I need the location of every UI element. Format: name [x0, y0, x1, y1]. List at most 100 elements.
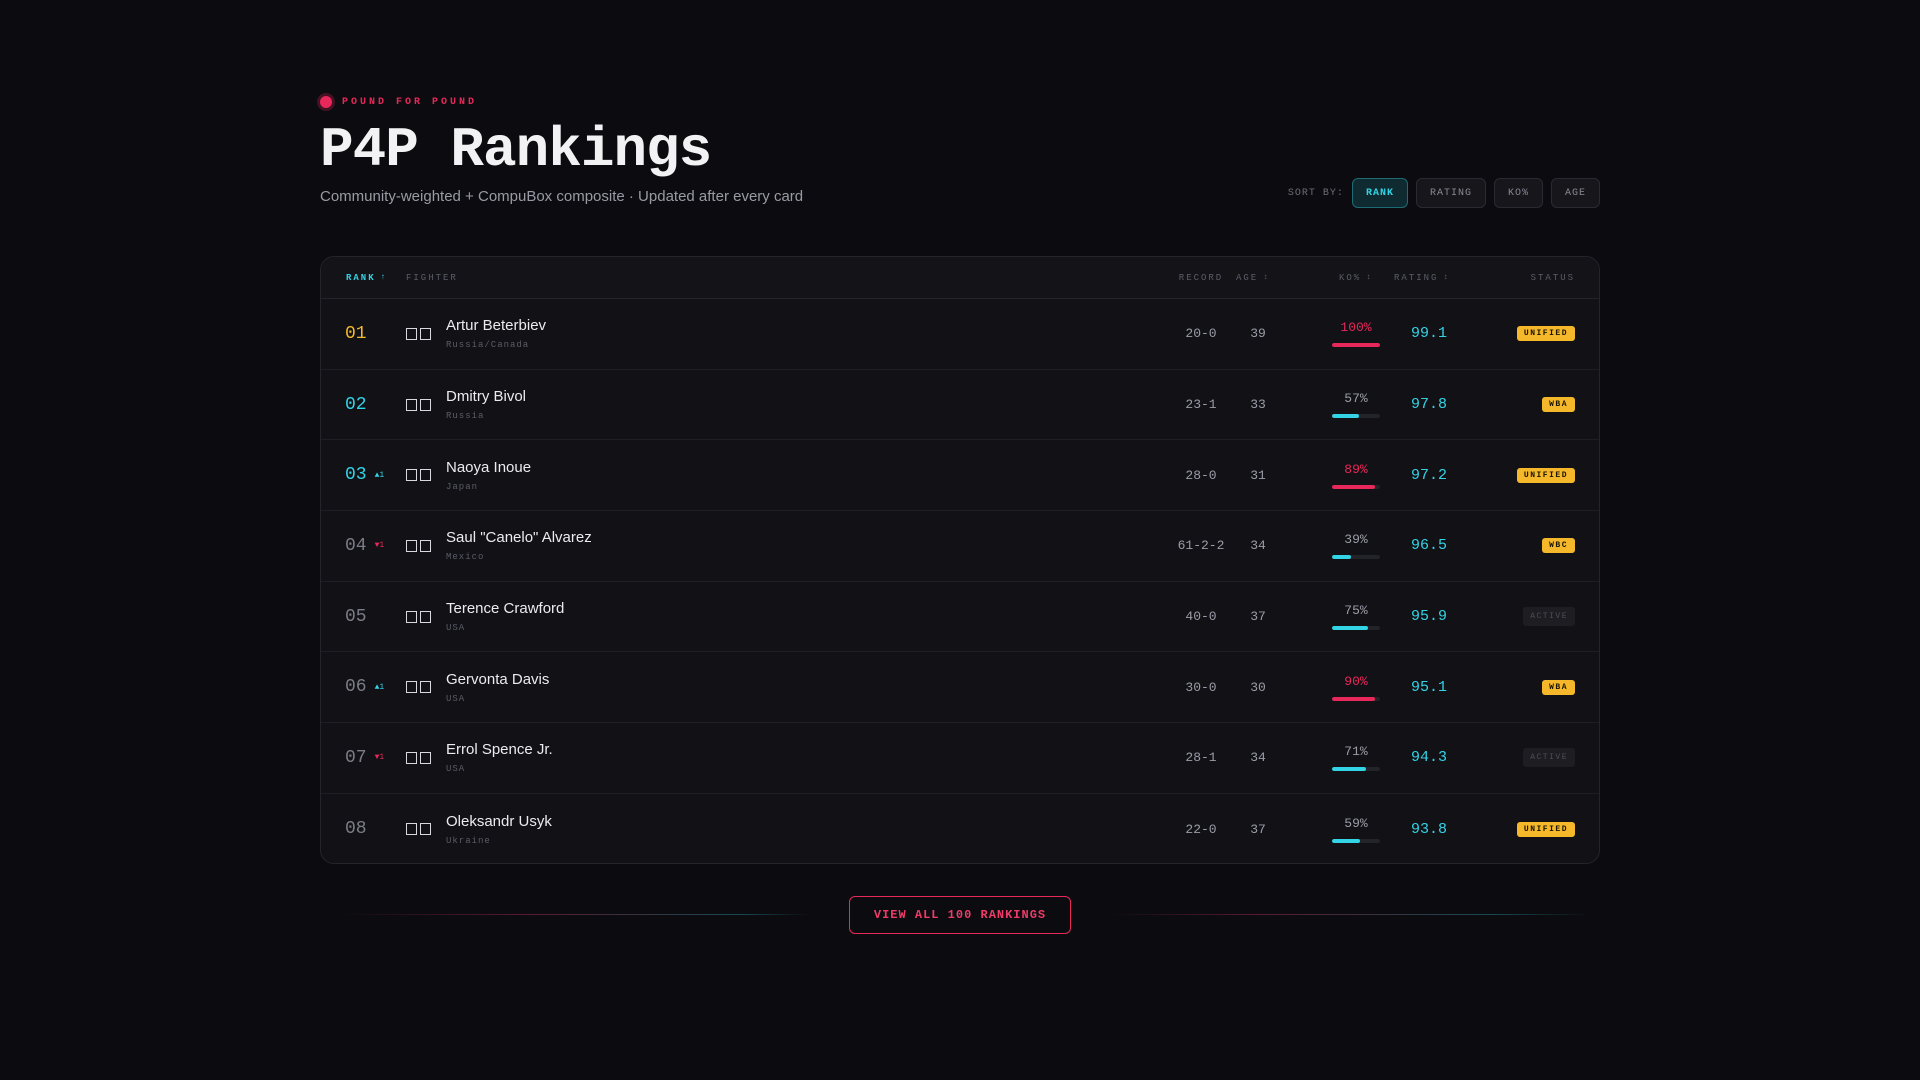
ko-progress-fill	[1332, 838, 1361, 843]
sortable-icon: ↕	[1443, 273, 1451, 282]
flag-icon	[406, 681, 431, 694]
eyebrow: POUND FOR POUND	[320, 96, 1600, 108]
ko-percentage: 100%	[1340, 320, 1372, 336]
flag-cell	[406, 299, 431, 369]
header: POUND FOR POUND P4P Rankings Community-w…	[320, 96, 1600, 208]
flag-icon	[406, 610, 431, 623]
ko-progress-fill	[1332, 767, 1367, 772]
ko-progress-bar	[1332, 767, 1380, 772]
fighter-name[interactable]: Oleksandr Usyk	[446, 813, 552, 830]
fighter-cell: Dmitry Bivol Russia	[446, 370, 526, 440]
rank-cell: 04 ▼1	[345, 511, 384, 581]
status-badge: ACTIVE	[1523, 607, 1575, 627]
fighter-cell: Naoya Inoue Japan	[446, 440, 531, 510]
sort-rank-button[interactable]: RANK	[1351, 178, 1408, 208]
age-value: 34	[1250, 538, 1266, 554]
age-value: 30	[1250, 679, 1266, 695]
table-row[interactable]: 02 Dmitry Bivol Russia 23-1 33 57% 97.8 WBA	[321, 370, 1599, 441]
sort-controls: SORT BY: RANK RATING KO% AGE	[1288, 178, 1600, 208]
ko-cell: 89%	[1331, 440, 1381, 510]
status-cell: WBA	[1542, 370, 1575, 440]
table-row[interactable]: 03 ▲1 Naoya Inoue Japan 28-0 31 89% 97.2 UNIFIED	[321, 440, 1599, 512]
eyebrow-label: POUND FOR POUND	[342, 96, 478, 108]
flag-cell	[406, 723, 431, 793]
table-row[interactable]: 07 ▼1 Errol Spence Jr. USA 28-1 34 71% 94.3 ACTI…	[321, 723, 1599, 794]
fighter-name[interactable]: Errol Spence Jr.	[446, 741, 553, 758]
record-value: 23-1	[1185, 397, 1217, 413]
fighter-country: Russia/Canada	[446, 340, 530, 351]
sort-ko-button[interactable]: KO%	[1493, 178, 1543, 208]
ko-cell: 100%	[1331, 299, 1381, 369]
rank-number: 01	[345, 323, 367, 344]
rating-value: 95.1	[1411, 678, 1448, 696]
column-label-record: RECORD	[1178, 272, 1224, 283]
ko-progress-bar	[1332, 343, 1380, 348]
table-row[interactable]: 01 Artur Beterbiev Russia/Canada 20-0 39 100%…	[321, 299, 1599, 370]
fighter-cell: Oleksandr Usyk Ukraine	[446, 794, 552, 863]
table-row[interactable]: 05 Terence Crawford USA 40-0 37 75% 95.9 ACTIVE	[321, 582, 1599, 653]
table-row[interactable]: 04 ▼1 Saul "Canelo" Alvarez Mexico 61-2-2 34 3…	[321, 511, 1599, 582]
fighter-country: Ukraine	[446, 835, 491, 846]
column-label-status: STATUS	[1530, 272, 1575, 283]
fighter-name[interactable]: Dmitry Bivol	[446, 388, 526, 405]
record-value: 40-0	[1185, 609, 1217, 625]
ko-percentage: 89%	[1344, 461, 1368, 477]
column-header-rank[interactable]: RANK ↑	[346, 257, 387, 298]
rank-cell: 07 ▼1	[345, 723, 384, 793]
status-badge: UNIFIED	[1516, 326, 1575, 342]
divider-line	[1110, 914, 1590, 915]
live-dot-icon	[320, 96, 332, 108]
ko-percentage: 90%	[1344, 673, 1368, 689]
ko-progress-fill	[1332, 343, 1380, 348]
rank-cell: 08	[345, 794, 367, 863]
status-badge: ACTIVE	[1523, 748, 1575, 768]
ko-progress-bar	[1332, 838, 1380, 843]
column-header-rating[interactable]: RATING ↕	[1394, 257, 1450, 298]
sort-arrow-icon: ↑	[380, 273, 388, 282]
table-row[interactable]: 06 ▲1 Gervonta Davis USA 30-0 30 90% 95.1 WBA	[321, 652, 1599, 724]
rank-cell: 03 ▲1	[345, 440, 384, 510]
rating-value: 97.8	[1411, 396, 1448, 414]
column-header-ko[interactable]: KO% ↕	[1316, 257, 1396, 298]
column-header-age[interactable]: AGE ↕	[1236, 257, 1270, 298]
flag-cell	[406, 652, 431, 722]
record-value: 61-2-2	[1177, 538, 1225, 554]
fighter-name[interactable]: Terence Crawford	[446, 600, 564, 617]
sort-age-button[interactable]: AGE	[1550, 178, 1600, 208]
status-cell: WBA	[1542, 652, 1575, 722]
status-cell: ACTIVE	[1523, 723, 1575, 793]
column-header-fighter: FIGHTER	[406, 257, 458, 298]
ko-progress-bar	[1332, 414, 1380, 419]
age-value: 33	[1250, 397, 1266, 413]
flag-cell	[406, 440, 431, 510]
fighter-country: Japan	[446, 481, 479, 492]
ko-progress-bar	[1332, 484, 1380, 489]
column-label-rating: RATING	[1394, 272, 1439, 283]
ko-progress-fill	[1332, 484, 1375, 489]
ko-progress-bar	[1332, 696, 1380, 701]
ko-progress-fill	[1332, 555, 1351, 560]
fighter-name[interactable]: Naoya Inoue	[446, 459, 531, 476]
rank-change-indicator: ▲1	[374, 470, 385, 480]
ko-progress-fill	[1332, 626, 1368, 631]
rank-cell: 02	[345, 370, 367, 440]
fighter-name[interactable]: Artur Beterbiev	[446, 317, 546, 334]
status-cell: UNIFIED	[1516, 299, 1575, 369]
sort-rating-button[interactable]: RATING	[1415, 178, 1486, 208]
status-badge: UNIFIED	[1516, 467, 1575, 483]
ko-percentage: 71%	[1344, 744, 1368, 760]
age-value: 39	[1250, 326, 1266, 342]
fighter-name[interactable]: Saul "Canelo" Alvarez	[446, 529, 592, 546]
sortable-icon: ↕	[1263, 273, 1271, 282]
age-value: 34	[1250, 750, 1266, 766]
table-row[interactable]: 08 Oleksandr Usyk Ukraine 22-0 37 59% 93.8 UNIF…	[321, 794, 1599, 863]
rank-cell: 06 ▲1	[345, 652, 384, 722]
ko-cell: 57%	[1331, 370, 1381, 440]
ko-cell: 59%	[1331, 794, 1381, 863]
page: POUND FOR POUND P4P Rankings Community-w…	[0, 0, 1920, 1080]
sort-label: SORT BY:	[1287, 187, 1344, 199]
flag-cell	[406, 370, 431, 440]
view-all-rankings-button[interactable]: VIEW ALL 100 RANKINGS	[849, 896, 1071, 934]
rating-value: 99.1	[1411, 325, 1448, 343]
fighter-name[interactable]: Gervonta Davis	[446, 671, 549, 688]
